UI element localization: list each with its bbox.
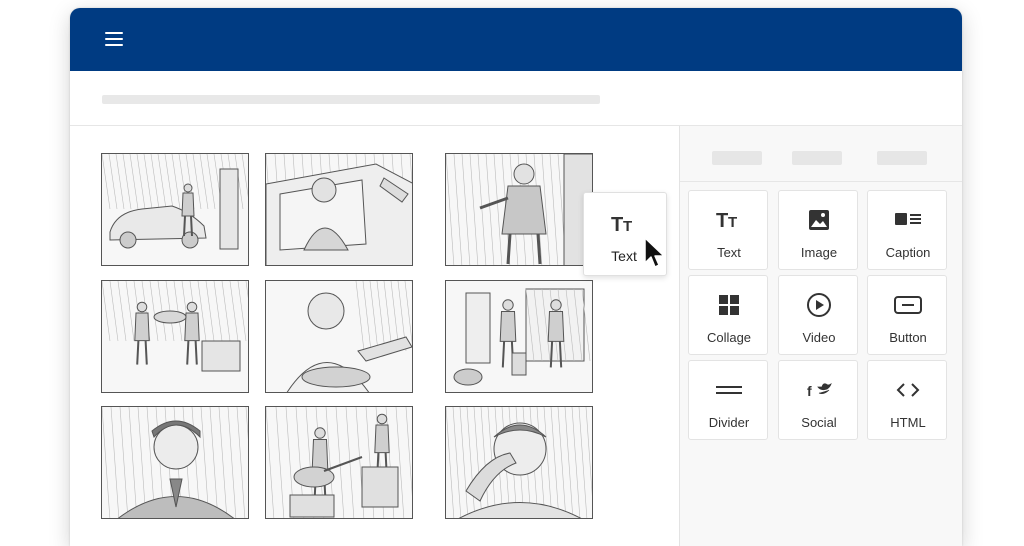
block-tile-label: Image (800, 245, 838, 260)
block-tile-social[interactable]: f Social (778, 360, 858, 440)
text-icon: TT (584, 211, 664, 237)
block-tile-collage[interactable]: Collage (688, 275, 768, 355)
block-tile-label: Video (802, 330, 836, 345)
block-tile-label: Text (717, 245, 741, 260)
video-play-icon (779, 292, 859, 318)
divider-icon (689, 377, 769, 403)
block-tile-label: Divider (708, 415, 750, 430)
svg-text:f: f (807, 383, 812, 399)
block-tile-video[interactable]: Video (778, 275, 858, 355)
svg-text:T: T (623, 218, 632, 234)
storyboard-panel-portrait[interactable] (101, 406, 249, 519)
storyboard-panel-crying-man[interactable] (445, 406, 593, 519)
title-placeholder-bar (102, 95, 600, 104)
button-icon (868, 292, 948, 318)
block-tile-label: Caption (885, 245, 931, 260)
block-tile-image[interactable]: Image (778, 190, 858, 270)
panel-tab-1[interactable] (712, 151, 762, 165)
storyboard-panel-car-street[interactable] (101, 153, 249, 266)
svg-text:T: T (716, 210, 728, 230)
block-tile-button[interactable]: Button (867, 275, 947, 355)
collage-icon (689, 292, 769, 318)
sketch-illustration (453, 288, 591, 386)
mouse-pointer-icon (644, 237, 665, 268)
block-tile-text[interactable]: TT Text (688, 190, 768, 270)
storyboard-panel-office[interactable] (445, 280, 593, 393)
panel-tab-3[interactable] (877, 151, 927, 165)
sketch-illustration (266, 154, 412, 265)
block-tile-label: Collage (706, 330, 752, 345)
sketch-illustration (266, 407, 412, 518)
svg-text:T: T (728, 214, 737, 230)
block-tile-divider[interactable]: Divider (688, 360, 768, 440)
sketch-illustration (102, 407, 248, 518)
text-icon: TT (689, 207, 769, 233)
storyboard-panel-smiling-man[interactable] (265, 280, 413, 393)
image-icon (779, 207, 859, 233)
panel-divider (680, 181, 962, 182)
html-code-icon (868, 377, 948, 403)
sketch-illustration (102, 281, 248, 372)
sketch-illustration (446, 407, 592, 518)
storyboard-panel-driver[interactable] (265, 153, 413, 266)
block-tile-label: Social (801, 415, 837, 430)
caption-icon (868, 207, 948, 233)
block-tile-label: HTML (890, 415, 926, 430)
svg-text:T: T (611, 214, 623, 234)
sub-toolbar (70, 71, 962, 126)
storyboard-panel-couple-room[interactable] (101, 280, 249, 393)
top-bar (70, 8, 962, 71)
block-tile-label: Button (889, 330, 927, 345)
storyboard-panel-musicians[interactable] (265, 406, 413, 519)
storyboard-panel-suit-man[interactable] (445, 153, 593, 266)
sketch-illustration (286, 281, 412, 392)
hamburger-menu-icon[interactable] (105, 31, 123, 47)
sketch-illustration (102, 154, 248, 250)
block-tile-caption[interactable]: Caption (867, 190, 947, 270)
panel-tab-2[interactable] (792, 151, 842, 165)
social-icon: f (779, 377, 859, 403)
sketch-illustration (446, 154, 592, 265)
block-tile-html[interactable]: HTML (867, 360, 947, 440)
